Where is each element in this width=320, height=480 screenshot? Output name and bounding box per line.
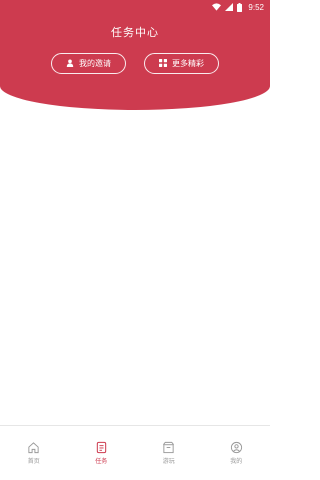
task-icon bbox=[95, 441, 108, 454]
tab-mine[interactable]: 我的 bbox=[216, 441, 256, 465]
person-icon bbox=[66, 59, 74, 69]
wifi-icon bbox=[212, 3, 222, 11]
home-icon bbox=[27, 441, 40, 454]
tab-home[interactable]: 首页 bbox=[14, 441, 54, 465]
tab-play-label: 游玩 bbox=[162, 458, 175, 465]
tab-task[interactable]: 任务 bbox=[81, 441, 121, 465]
tab-play[interactable]: 游玩 bbox=[149, 441, 189, 465]
battery-icon bbox=[237, 2, 243, 12]
more-exciting-button[interactable]: 更多精彩 bbox=[144, 53, 219, 74]
more-exciting-label: 更多精彩 bbox=[172, 59, 204, 68]
tab-mine-label: 我的 bbox=[230, 458, 243, 465]
tab-task-label: 任务 bbox=[95, 458, 108, 465]
page-title: 任务中心 bbox=[111, 26, 159, 39]
bottom-tab-bar: 首页 任务 游玩 我的 bbox=[0, 425, 270, 480]
my-invite-button[interactable]: 我的邀请 bbox=[51, 53, 126, 74]
profile-icon bbox=[230, 441, 243, 454]
my-invite-label: 我的邀请 bbox=[79, 59, 111, 68]
signal-icon bbox=[225, 3, 234, 11]
box-icon bbox=[162, 441, 175, 454]
status-time: 9:52 bbox=[248, 2, 264, 12]
header-banner: 9:52 任务中心 我的邀请 更多精彩 bbox=[0, 0, 270, 110]
tab-home-label: 首页 bbox=[27, 458, 40, 465]
grid-icon bbox=[159, 58, 167, 69]
status-bar: 9:52 bbox=[0, 0, 270, 14]
